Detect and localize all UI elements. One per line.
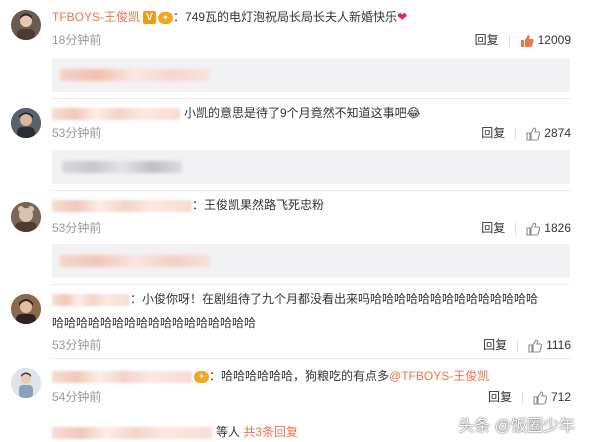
comment-actions: 回复 2874 — [481, 125, 571, 141]
like-count: 1826 — [544, 221, 571, 235]
watermark: 头条 @饭圈少年 — [458, 418, 575, 435]
heart-emoji-icon: ❤ — [397, 10, 408, 24]
like-icon[interactable] — [520, 34, 534, 48]
mention-link[interactable]: @TFBOYS-王俊凯 — [389, 369, 489, 383]
username-link[interactable] — [52, 199, 192, 212]
avatar[interactable] — [11, 202, 41, 232]
comment-text: ：哈哈哈哈哈哈，狗粮吃的有点多 — [209, 369, 390, 383]
comment-header: ：小俊你呀！在剧组待了九个月都没看出来吗哈哈哈哈哈哈哈哈哈哈哈哈哈哈 — [52, 290, 538, 308]
reply-button[interactable]: 回复 — [481, 126, 505, 140]
reply-button[interactable]: 回复 — [481, 221, 505, 235]
avatar[interactable] — [11, 10, 41, 40]
comment-header: ✦ ：哈哈哈哈哈哈，狗粮吃的有点多@TFBOYS-王俊凯 — [52, 367, 489, 385]
comment-header: 小凯的意思是待了9个月竟然不知道这事吧😂 — [52, 104, 421, 122]
comment-actions: 回复 712 — [488, 389, 571, 405]
sub-reply-box[interactable] — [52, 150, 570, 184]
like-icon[interactable] — [533, 391, 547, 405]
reply-button[interactable]: 回复 — [488, 390, 512, 404]
avatar[interactable] — [11, 108, 41, 138]
comment-time: 53分钟前 — [52, 338, 102, 352]
comment-text: 小凯的意思是待了9个月竟然不知道这事吧😂 — [184, 106, 421, 120]
comment-actions: 回复 1116 — [483, 337, 571, 353]
comment-header: ：王俊凯果然路飞死忠粉 — [52, 196, 324, 214]
username-link[interactable] — [52, 293, 130, 306]
comment-text: 749瓦的电灯泡祝局长局长夫人新婚快乐 — [185, 10, 398, 24]
reply-button[interactable]: 回复 — [483, 338, 507, 352]
sub-reply-box[interactable] — [52, 244, 570, 278]
like-count: 712 — [550, 390, 571, 404]
like-icon[interactable] — [526, 222, 541, 236]
vip-icon: ✦ — [194, 370, 209, 383]
comment-time: 53分钟前 — [52, 126, 102, 140]
comment-time: 54分钟前 — [52, 390, 102, 404]
comment-item: ：王俊凯果然路飞死忠粉 53分钟前 回复 1826 — [0, 192, 593, 242]
more-replies-prefix: 等人 — [216, 425, 241, 439]
like-icon[interactable] — [528, 339, 543, 353]
comment-text: ：小俊你呀！在剧组待了九个月都没看出来吗哈哈哈哈哈哈哈哈哈哈哈哈哈哈 — [130, 292, 539, 306]
sub-reply-box[interactable] — [52, 58, 570, 92]
username-link[interactable] — [52, 426, 212, 439]
comment-item: ✦ ：哈哈哈哈哈哈，狗粮吃的有点多@TFBOYS-王俊凯 54分钟前 回复 712 — [0, 360, 593, 420]
comment-time: 53分钟前 — [52, 221, 102, 235]
comment-actions: 回复 12009 — [475, 32, 571, 48]
avatar[interactable] — [11, 294, 41, 324]
comment-time: 18分钟前 — [52, 33, 102, 47]
comment-header: TFBOYS-王俊凯 V ✦ ：749瓦的电灯泡祝局长局长夫人新婚快乐❤ — [52, 10, 408, 25]
comment-item: ：小俊你呀！在剧组待了九个月都没看出来吗哈哈哈哈哈哈哈哈哈哈哈哈哈哈 哈哈哈哈哈… — [0, 286, 593, 356]
verified-icon: V — [143, 11, 157, 25]
like-count: 1116 — [546, 338, 571, 352]
comment-text: ：王俊凯果然路飞死忠粉 — [192, 198, 325, 212]
username-link[interactable] — [52, 107, 180, 120]
avatar[interactable] — [11, 368, 41, 398]
more-replies-line: 等人 共3条回复 — [52, 423, 298, 441]
comment-item: TFBOYS-王俊凯 V ✦ ：749瓦的电灯泡祝局长局长夫人新婚快乐❤ 18分钟前 … — [0, 0, 593, 48]
like-count: 2874 — [544, 126, 571, 140]
comment-item: 小凯的意思是待了9个月竟然不知道这事吧😂 53分钟前 回复 2874 — [0, 100, 593, 150]
reply-button[interactable]: 回复 — [475, 33, 499, 47]
username-link[interactable] — [52, 370, 192, 383]
like-icon[interactable] — [526, 127, 541, 141]
more-replies-link[interactable]: 共3条回复 — [243, 425, 298, 439]
vip-icon: ✦ — [158, 11, 174, 24]
username-link[interactable]: TFBOYS-王俊凯 — [52, 10, 140, 24]
comment-actions: 回复 1826 — [481, 220, 571, 236]
like-count: 12009 — [537, 33, 571, 47]
comment-text-continued: 哈哈哈哈哈哈哈哈哈哈哈哈哈哈哈哈哈 — [52, 316, 257, 330]
